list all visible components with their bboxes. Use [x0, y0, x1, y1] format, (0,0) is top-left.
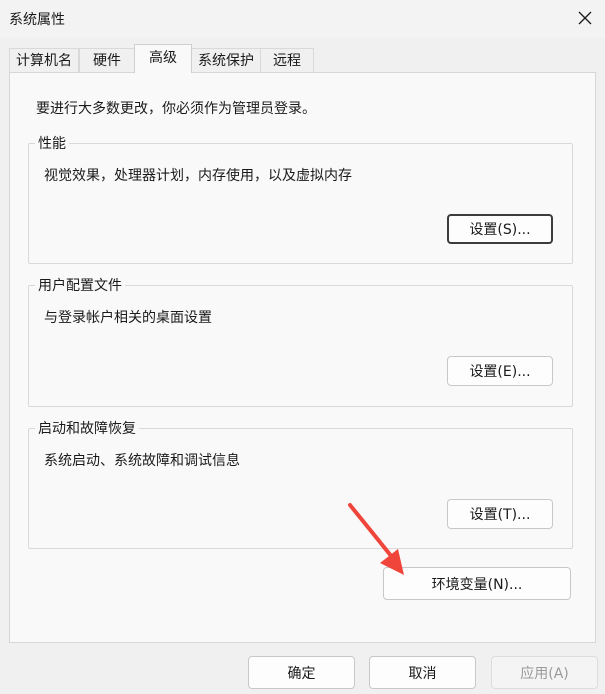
- ok-button[interactable]: 确定: [248, 656, 355, 689]
- startup-recovery-settings-button[interactable]: 设置(T)...: [447, 499, 553, 529]
- tab-advanced[interactable]: 高级: [134, 44, 192, 73]
- user-profiles-settings-button[interactable]: 设置(E)...: [447, 356, 553, 386]
- performance-title: 性能: [35, 133, 69, 153]
- tab-label: 系统保护: [198, 53, 254, 69]
- performance-description: 视觉效果，处理器计划，内存使用，以及虚拟内存: [44, 168, 352, 184]
- close-icon: [578, 11, 592, 25]
- window-title: 系统属性: [9, 12, 65, 28]
- close-button[interactable]: [571, 4, 599, 32]
- user-profiles-group: 用户配置文件 与登录帐户相关的桌面设置 设置(E)...: [28, 275, 573, 407]
- user-profiles-title: 用户配置文件: [35, 275, 125, 295]
- title-bar: 系统属性: [0, 0, 605, 38]
- startup-recovery-description: 系统启动、系统故障和调试信息: [44, 453, 240, 469]
- tab-label: 高级: [149, 50, 177, 66]
- startup-recovery-title: 启动和故障恢复: [35, 418, 139, 438]
- startup-recovery-group: 启动和故障恢复 系统启动、系统故障和调试信息 设置(T)...: [28, 418, 573, 549]
- environment-variables-button[interactable]: 环境变量(N)...: [383, 567, 571, 600]
- performance-settings-button[interactable]: 设置(S)...: [447, 214, 553, 244]
- tab-system-protection[interactable]: 系统保护: [191, 48, 261, 72]
- performance-group: 性能 视觉效果，处理器计划，内存使用，以及虚拟内存 设置(S)...: [28, 133, 573, 264]
- admin-notice: 要进行大多数更改，你必须作为管理员登录。: [36, 101, 316, 117]
- cancel-button[interactable]: 取消: [369, 656, 476, 689]
- tab-remote[interactable]: 远程: [260, 48, 314, 72]
- tab-label: 硬件: [93, 53, 121, 69]
- apply-button[interactable]: 应用(A): [491, 656, 598, 689]
- tab-label: 远程: [273, 53, 301, 69]
- tab-computer-name[interactable]: 计算机名: [9, 48, 79, 72]
- advanced-panel: 要进行大多数更改，你必须作为管理员登录。 性能 视觉效果，处理器计划，内存使用，…: [9, 72, 596, 643]
- user-profiles-description: 与登录帐户相关的桌面设置: [44, 310, 212, 326]
- tab-hardware[interactable]: 硬件: [79, 48, 135, 72]
- tab-label: 计算机名: [16, 53, 72, 69]
